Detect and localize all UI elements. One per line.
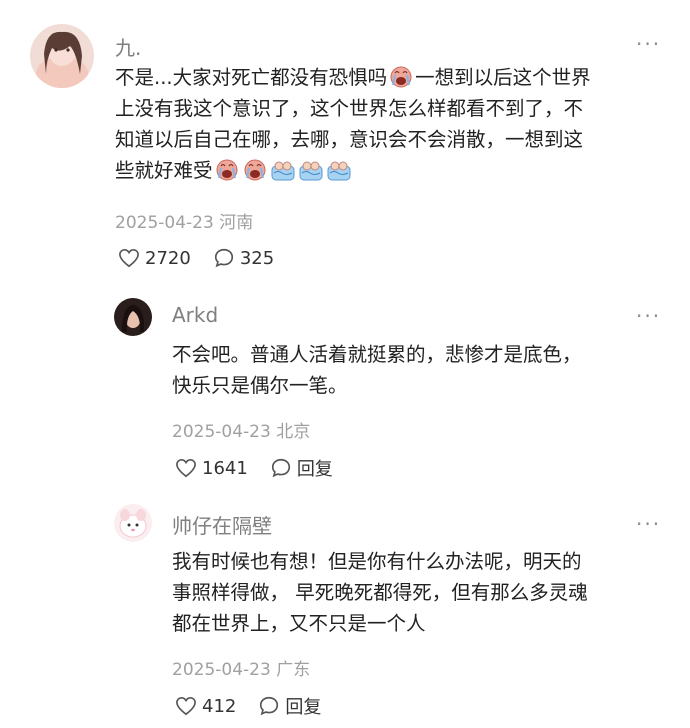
text-line: 知道以后自己在哪，去哪，意识会不会消散，一想到这 bbox=[115, 128, 584, 151]
text-line: 一想到以后这个世界 bbox=[415, 66, 591, 89]
reply-label: 回复 bbox=[296, 459, 333, 480]
comment-date: 2025-04-23 bbox=[172, 660, 271, 680]
like-count: 2720 bbox=[145, 247, 191, 269]
comment-location: 广东 bbox=[276, 660, 311, 680]
comment-2: Arkd ··· 不会吧。普通人活着就挺累的，悲惨才是底色， 快乐只是偶尔一笔。… bbox=[0, 290, 690, 490]
text-line: 快乐只是偶尔一笔。 bbox=[172, 374, 348, 397]
author-name[interactable]: 帅仔在隔壁 bbox=[172, 510, 272, 539]
reply-label: 回复 bbox=[285, 697, 322, 718]
comment-meta: 2025-04-23 河南 bbox=[115, 208, 253, 233]
like-count: 1641 bbox=[202, 457, 248, 479]
text-line: 上没有我这个意识了，这个世界怎么样都看不到了，不 bbox=[115, 97, 584, 120]
reply-button[interactable]: 325 bbox=[213, 247, 274, 269]
comment-location: 北京 bbox=[276, 422, 311, 442]
avatar[interactable] bbox=[114, 504, 152, 542]
like-button[interactable]: 412 bbox=[175, 696, 236, 717]
text-line: 不是...大家对死亡都没有恐惧吗 bbox=[115, 66, 388, 89]
more-options-button[interactable]: ··· bbox=[636, 306, 661, 326]
heart-icon bbox=[119, 248, 139, 268]
comment-location: 河南 bbox=[219, 213, 254, 233]
more-options-button[interactable]: ··· bbox=[636, 34, 661, 54]
like-button[interactable]: 2720 bbox=[118, 248, 191, 269]
avatar[interactable] bbox=[30, 24, 94, 88]
tear-wave-icon bbox=[271, 161, 295, 181]
comment-text: 我有时候也有想！但是你有什么办法呢，明天的 事照样得做， 早死晚死都得死，但有那… bbox=[172, 546, 588, 639]
comment-3: 帅仔在隔壁 ··· 我有时候也有想！但是你有什么办法呢，明天的 事照样得做， 早… bbox=[0, 490, 690, 728]
tear-wave-icon bbox=[299, 161, 323, 181]
crying-face-icon bbox=[244, 159, 266, 181]
author-name[interactable]: Arkd bbox=[172, 303, 218, 327]
avatar[interactable] bbox=[114, 298, 152, 336]
comment-actions: 2720 325 bbox=[118, 247, 296, 269]
text-line: 我有时候也有想！但是你有什么办法呢，明天的 bbox=[172, 550, 582, 573]
comment-actions: 1641 回复 bbox=[175, 455, 355, 481]
text-line: 事照样得做， 早死晚死都得死，但有那么多灵魂 bbox=[172, 581, 588, 604]
comment-text: 不会吧。普通人活着就挺累的，悲惨才是底色， 快乐只是偶尔一笔。 bbox=[172, 339, 582, 401]
reply-count: 325 bbox=[239, 247, 275, 269]
tear-wave-icon bbox=[327, 161, 351, 181]
comment-1: 九. ··· 不是...大家对死亡都没有恐惧吗 一想到以后这个世界 上没有我这个意… bbox=[0, 0, 690, 290]
heart-icon bbox=[176, 458, 196, 478]
author-name[interactable]: 九. bbox=[115, 32, 141, 61]
like-count: 412 bbox=[202, 695, 237, 717]
crying-face-icon bbox=[390, 66, 412, 88]
reply-button[interactable]: 回复 bbox=[270, 455, 333, 481]
like-button[interactable]: 1641 bbox=[175, 458, 248, 479]
comment-bubble-icon bbox=[260, 696, 279, 716]
text-line: 都在世界上，又不只是一个人 bbox=[172, 612, 426, 635]
text-line: 不会吧。普通人活着就挺累的，悲惨才是底色， bbox=[172, 343, 582, 366]
comment-bubble-icon bbox=[214, 248, 233, 268]
reply-button[interactable]: 回复 bbox=[258, 693, 321, 719]
crying-face-icon bbox=[216, 159, 238, 181]
comment-text: 不是...大家对死亡都没有恐惧吗 一想到以后这个世界 上没有我这个意识了，这个世界… bbox=[115, 62, 591, 186]
comment-actions: 412 回复 bbox=[175, 693, 343, 719]
more-options-button[interactable]: ··· bbox=[636, 514, 661, 534]
heart-icon bbox=[176, 696, 196, 716]
comment-meta: 2025-04-23 广东 bbox=[172, 655, 310, 680]
comment-bubble-icon bbox=[271, 458, 290, 478]
comment-date: 2025-04-23 bbox=[115, 213, 214, 233]
comment-date: 2025-04-23 bbox=[172, 422, 271, 442]
comment-meta: 2025-04-23 北京 bbox=[172, 417, 310, 442]
text-line: 些就好难受 bbox=[115, 159, 213, 182]
